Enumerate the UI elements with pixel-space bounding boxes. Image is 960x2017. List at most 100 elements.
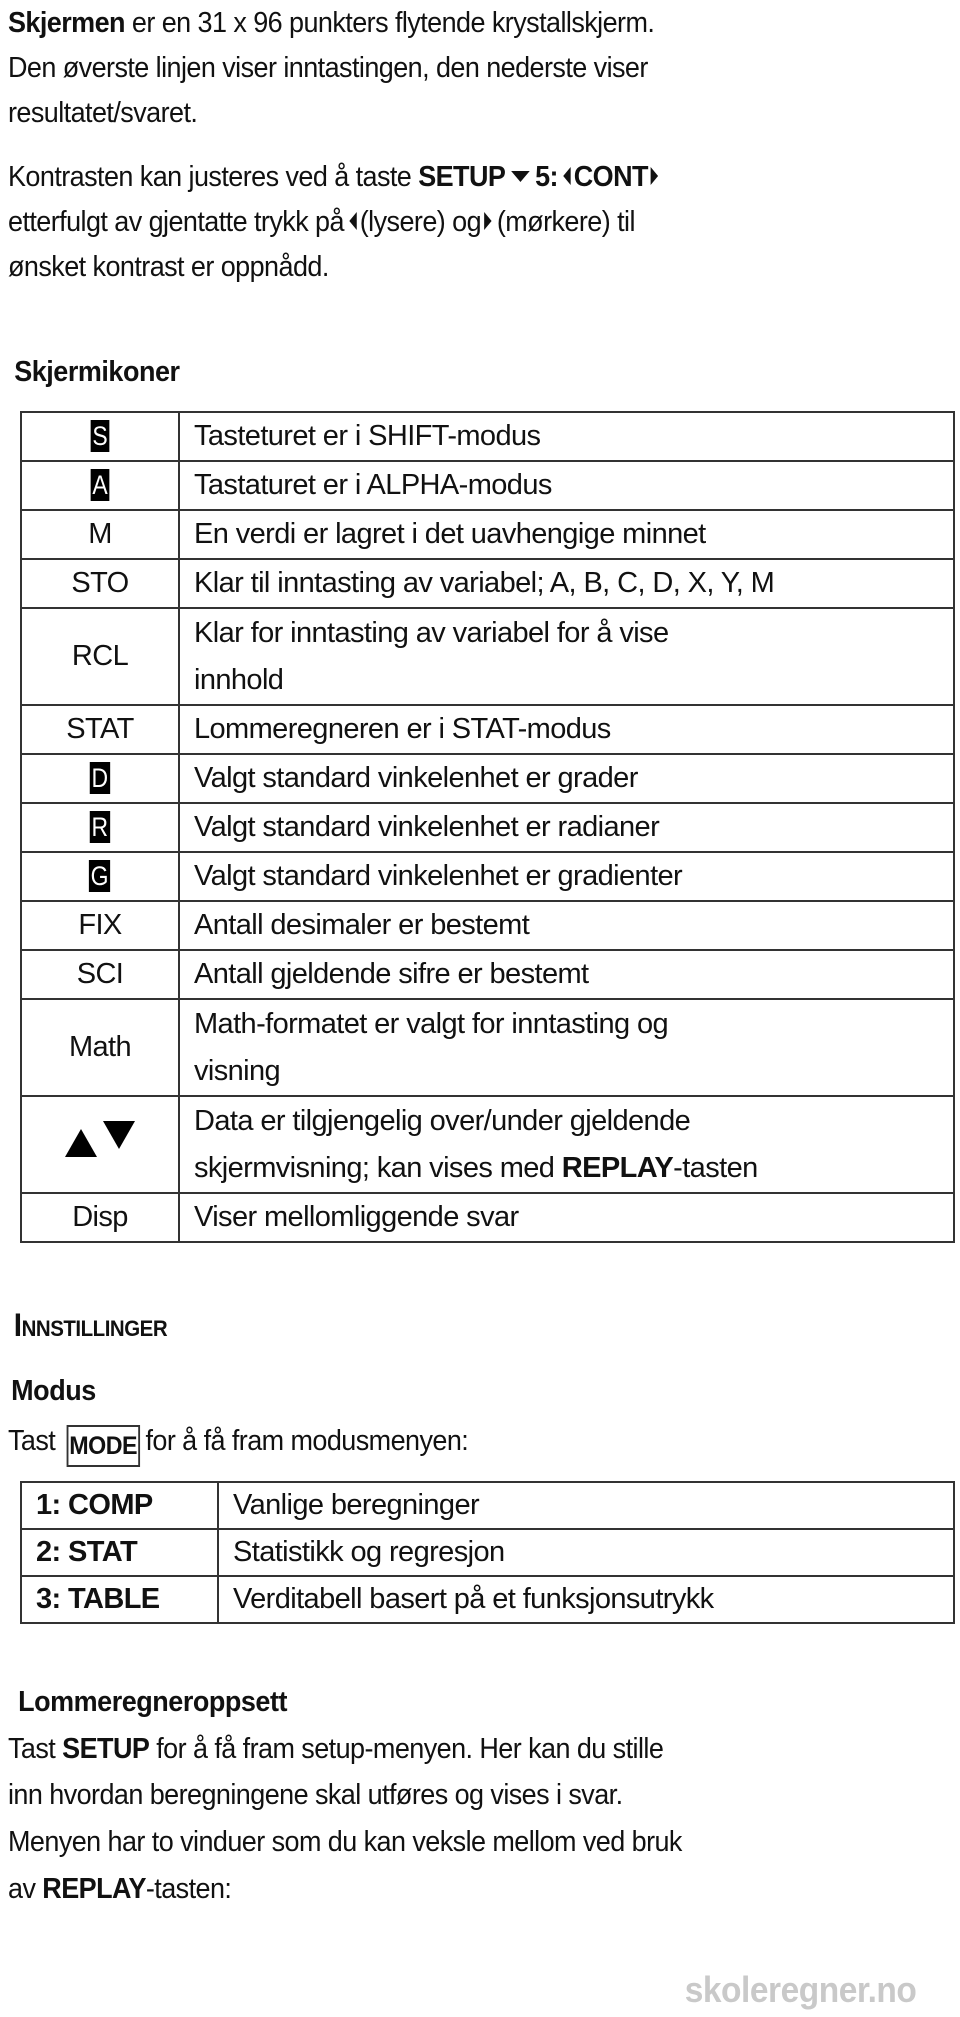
icon-description-cell: Antall gjeldende sifre er bestemt [178, 949, 955, 1000]
mode-key-cell: 2: STAT [20, 1528, 219, 1577]
inverse-indicator-icon: R [90, 811, 110, 843]
icons-section-title: Skjermikoner [14, 356, 180, 388]
contrast-line-3: ønsket kontrast er oppnådd. [8, 251, 329, 283]
setup-key-label: SETUP [62, 1733, 150, 1765]
mode-key-cell: 1: COMP [20, 1481, 219, 1530]
icon-description-cell: Data er tilgjengelig over/under gjeldend… [178, 1095, 955, 1194]
mode-row: 3: TABLE Verditabell basert på et funksjo… [20, 1575, 955, 1624]
icon-row: Disp Viser mellomliggende svar [20, 1192, 955, 1243]
icon-description-cell: En verdi er lagret i det uavhengige minn… [178, 509, 955, 560]
icon-row: STAT Lommeregneren er i STAT-modus [20, 704, 955, 755]
mode-intro: Tast MODE for å få fram modusmenyen: [8, 1421, 469, 1467]
icon-symbol-cell: SCI [20, 949, 180, 1000]
setup-line-1: Tast SETUP for å få fram setup-menyen. H… [8, 1732, 664, 1766]
mode-description-cell: Statistikk og regresjon [217, 1528, 955, 1577]
icon-symbol-cell: STAT [20, 704, 180, 755]
icon-symbol-cell: S [20, 411, 180, 462]
icon-row: D Valgt standard vinkelenhet er grader [20, 753, 955, 804]
watermark: skoleregner.no [684, 1969, 917, 2010]
mode-intro-text: for å få fram modusmenyen: [145, 1425, 469, 1457]
inverse-indicator-icon: G [89, 860, 111, 892]
description-line: innhold [194, 663, 284, 696]
icon-symbol-cell: R [20, 802, 180, 853]
down-arrow-icon [510, 170, 530, 182]
intro-text: er en 31 x 96 punkters flytende krystall… [124, 7, 655, 39]
indicator-label: STAT [66, 713, 134, 745]
description-line: visning [194, 1054, 281, 1087]
setup-heading: Lommeregneroppsett [18, 1686, 287, 1718]
mode-row: 2: STAT Statistikk og regresjon [20, 1528, 955, 1577]
indicator-label: STO [71, 567, 129, 599]
icon-description-cell: Antall desimaler er bestemt [178, 900, 955, 951]
inverse-indicator-icon: A [90, 469, 110, 501]
icon-row: Data er tilgjengelig over/under gjeldend… [20, 1095, 955, 1194]
icon-symbol-cell: Disp [20, 1192, 180, 1243]
icon-description-cell: Valgt standard vinkelenhet er gradienter [178, 851, 955, 902]
contrast-line-1: Kontrasten kan justeres ved å taste SETU… [8, 160, 664, 194]
icon-symbol-cell: STO [20, 558, 180, 609]
contrast-line-2: etterfulgt av gjentatte trykk på (lysere)… [8, 205, 635, 239]
icon-symbol-cell: D [20, 753, 180, 804]
mode-description-cell: Vanlige beregninger [217, 1481, 955, 1530]
icon-row: M En verdi er lagret i det uavhengige min… [20, 509, 955, 560]
setup-text: -tasten: [145, 1873, 232, 1905]
mode-description-cell: Verditabell basert på et funksjonsutrykk [217, 1575, 955, 1624]
icon-symbol-cell: Math [20, 998, 180, 1097]
icon-row: RCL Klar for inntasting av variabel for å… [20, 607, 955, 706]
icon-row: A Tastaturet er i ALPHA-modus [20, 460, 955, 511]
setup-line-3: Menyen har to vinduer som du kan veksle … [8, 1826, 682, 1858]
intro-line-1: Skjermen er en 31 x 96 punkters flytende… [8, 6, 655, 40]
contrast-text: (lysere) og [359, 206, 482, 238]
icon-description-cell: Valgt standard vinkelenhet er radianer [178, 802, 955, 853]
up-triangle-icon [65, 1129, 97, 1157]
indicator-label: FIX [78, 909, 122, 941]
indicator-label: M [88, 518, 112, 550]
cont-label: CONT [573, 161, 649, 193]
setup-text: for å få fram setup-menyen. Her kan du s… [149, 1733, 664, 1765]
left-arrow-icon [349, 212, 357, 231]
setup-text: av [8, 1873, 43, 1905]
icon-row: STO Klar til inntasting av variabel; A, B… [20, 558, 955, 609]
setup-key-label: SETUP [418, 161, 506, 193]
icon-symbol-cell: M [20, 509, 180, 560]
icon-row: Math Math-formatet er valgt for inntastin… [20, 998, 955, 1097]
inverse-indicator-icon: D [90, 762, 110, 794]
indicator-label: Disp [72, 1201, 128, 1233]
intro-line-2: Den øverste linjen viser inntastingen, d… [8, 52, 648, 84]
description-line: Math-formatet er valgt for inntasting og [194, 1007, 669, 1040]
setup-line-2: inn hvordan beregningene skal utføres og… [8, 1779, 623, 1811]
icon-row: S Tasteturet er i SHIFT-modus [20, 411, 955, 462]
screen-icons-table: S Tasteturet er i SHIFT-modus A Tastaturet … [20, 411, 955, 1243]
setup-text: Tast [8, 1733, 63, 1765]
right-arrow-icon [650, 167, 659, 186]
icon-row: SCI Antall gjeldende sifre er bestemt [20, 949, 955, 1000]
mode-key-cell: 3: TABLE [20, 1575, 219, 1624]
icon-description-cell: Lommeregneren er i STAT-modus [178, 704, 955, 755]
description-line: Klar for inntasting av variabel for å vi… [194, 616, 669, 649]
icon-description-cell: Tasteturet er i SHIFT-modus [178, 411, 955, 462]
down-triangle-icon [103, 1121, 135, 1149]
indicator-label: SCI [76, 958, 124, 990]
icon-row: R Valgt standard vinkelenhet er radianer [20, 802, 955, 853]
replay-key-label: REPLAY [42, 1873, 146, 1905]
left-arrow-icon [563, 167, 571, 186]
right-arrow-icon [483, 212, 492, 231]
icon-description-cell: Tastaturet er i ALPHA-modus [178, 460, 955, 511]
mode-row: 1: COMP Vanlige beregninger [20, 1481, 955, 1530]
indicator-label: RCL [71, 640, 129, 672]
mode-menu-table: 1: COMP Vanlige beregninger 2: STAT Statist… [20, 1481, 955, 1624]
setup-line-4: av REPLAY-tasten: [8, 1872, 232, 1906]
icon-symbol-cell: G [20, 851, 180, 902]
icon-description-cell: Klar for inntasting av variabel for å vi… [178, 607, 955, 706]
contrast-text: (mørkere) til [496, 206, 636, 238]
intro-bold-term: Skjermen [8, 7, 126, 39]
icon-symbol-cell: A [20, 460, 180, 511]
menu-item-number: 5: [535, 161, 558, 193]
indicator-label: Math [68, 1031, 132, 1063]
settings-title: Innstillinger [13, 1307, 168, 1343]
icon-description-cell: Klar til inntasting av variabel; A, B, C… [178, 558, 955, 609]
mode-heading: Modus [11, 1375, 96, 1407]
intro-line-3: resultatet/svaret. [8, 97, 198, 129]
icon-symbol-cell: RCL [20, 607, 180, 706]
description-text: -tasten [673, 1151, 758, 1184]
